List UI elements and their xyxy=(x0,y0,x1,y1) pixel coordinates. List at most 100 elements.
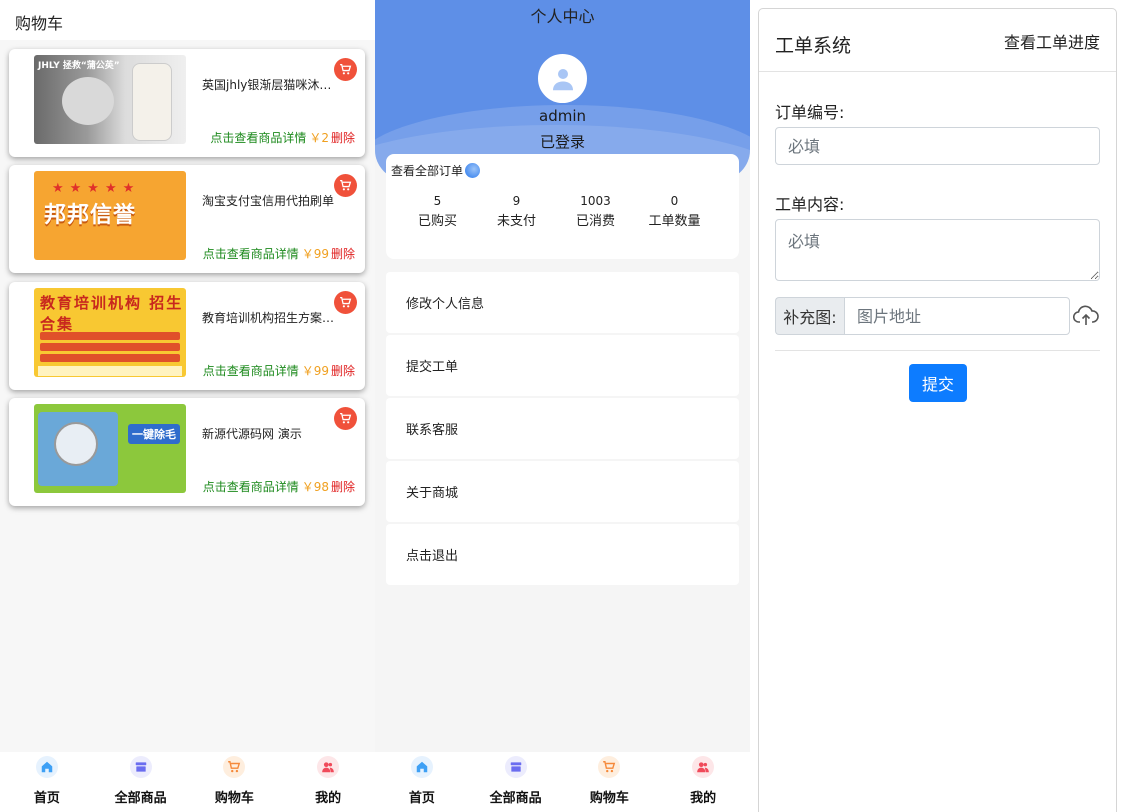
nav-label: 首页 xyxy=(408,791,435,806)
nav-label: 全部商品 xyxy=(114,791,167,806)
nav-item-home[interactable]: 首页 xyxy=(375,752,469,812)
delete-button[interactable]: 删除 xyxy=(331,247,355,261)
avatar-icon xyxy=(552,68,573,90)
stat-label: 已购买 xyxy=(417,214,457,229)
nav-label: 全部商品 xyxy=(489,791,542,806)
home-icon xyxy=(410,756,433,778)
image-url-input[interactable] xyxy=(844,297,1070,335)
nav-item-cart[interactable]: 购物车 xyxy=(563,752,657,812)
home-icon xyxy=(35,756,58,778)
cart-item[interactable]: ★★★★★ 邦邦信誉 淘宝支付宝信用代拍刷单 点击查看商品详情 ￥99 删除 xyxy=(9,165,365,273)
cart-icon xyxy=(223,756,246,778)
stat-value: 5 xyxy=(433,194,442,208)
bottom-nav: 首页 全部商品 购物车 我的 xyxy=(0,752,375,812)
item-actions: 点击查看商品详情 ￥2 删除 xyxy=(210,129,355,146)
orders-card: 查看全部订单 5 已购买 9 未支付 1003 已消费 0 工单数量 xyxy=(386,154,739,259)
stat-consumed[interactable]: 1003 已消费 xyxy=(556,194,635,229)
nav-label: 购物车 xyxy=(214,791,254,806)
delete-button[interactable]: 删除 xyxy=(331,364,355,378)
cart-item[interactable]: JHLY 拯救“蒲公英” 英国jhly银渐层猫咪沐浴露 点击查看商品详情 ￥2 删除 xyxy=(9,49,365,157)
divider xyxy=(775,350,1100,351)
loading-icon xyxy=(465,163,481,178)
product-name[interactable]: 淘宝支付宝信用代拍刷单 xyxy=(202,192,337,209)
nav-item-me[interactable]: 我的 xyxy=(656,752,750,812)
order-number-label: 订单编号: xyxy=(775,103,845,122)
ticket-content-label: 工单内容: xyxy=(775,195,845,214)
delete-button[interactable]: 删除 xyxy=(331,131,355,145)
page-title: 个人中心 xyxy=(530,7,595,26)
bottom-nav: 首页 全部商品 购物车 我的 xyxy=(375,752,750,812)
nav-item-all-products[interactable]: 全部商品 xyxy=(94,752,188,812)
cart-item[interactable]: 教育培训机构 招生合集 教育培训机构招生方案合集 点击查看商品详情 ￥99 删除 xyxy=(9,282,365,390)
view-detail-link[interactable]: 点击查看商品详情 xyxy=(203,247,299,261)
menu-item-contact-support[interactable]: 联系客服 xyxy=(386,398,739,459)
stat-label: 工单数量 xyxy=(648,214,701,229)
profile-hero: 个人中心 admin 已登录 xyxy=(375,0,750,180)
stat-unpaid[interactable]: 9 未支付 xyxy=(477,194,556,229)
view-detail-link[interactable]: 点击查看商品详情 xyxy=(203,480,299,494)
product-image[interactable]: JHLY 拯救“蒲公英” xyxy=(34,55,186,144)
cart-icon[interactable] xyxy=(334,174,357,197)
menu-item-edit-profile[interactable]: 修改个人信息 xyxy=(386,272,739,333)
stars-graphic: ★★★★★ xyxy=(52,181,141,196)
nav-item-cart[interactable]: 购物车 xyxy=(188,752,282,812)
image-url-label: 补充图: xyxy=(775,297,844,335)
delete-button[interactable]: 删除 xyxy=(331,480,355,494)
submit-button[interactable]: 提交 xyxy=(909,364,967,402)
product-name[interactable]: 新源代源码网 演示 xyxy=(202,425,337,442)
view-ticket-progress-link[interactable]: 查看工单进度 xyxy=(1004,29,1100,53)
cart-icon[interactable] xyxy=(334,291,357,314)
banner-lines-graphic xyxy=(40,332,180,365)
cart-icon[interactable] xyxy=(334,407,357,430)
view-all-orders-link[interactable]: 查看全部订单 xyxy=(391,162,481,179)
product-image-text: 教育培训机构 招生合集 xyxy=(40,294,184,333)
user-icon xyxy=(317,756,340,778)
cart-panel: 购物车 JHLY 拯救“蒲公英” 英国jhly银渐层猫咪沐浴露 点击查看商品详情… xyxy=(0,0,375,812)
product-image-text: JHLY 拯救“蒲公英” xyxy=(38,61,120,71)
stat-value: 9 xyxy=(512,194,521,208)
product-name[interactable]: 英国jhly银渐层猫咪沐浴露 xyxy=(202,76,337,93)
nav-item-all-products[interactable]: 全部商品 xyxy=(469,752,563,812)
nav-label: 首页 xyxy=(33,791,60,806)
cart-icon[interactable] xyxy=(334,58,357,81)
cloud-upload-icon[interactable] xyxy=(1072,305,1099,327)
profile-menu: 修改个人信息 提交工单 联系客服 关于商城 点击退出 xyxy=(386,272,739,587)
store-icon xyxy=(504,756,527,778)
profile-panel: 个人中心 admin 已登录 查看全部订单 5 已购买 9 未支付 1003 已… xyxy=(375,0,750,812)
stat-value: 1003 xyxy=(580,194,611,208)
avatar[interactable] xyxy=(538,54,587,103)
item-actions: 点击查看商品详情 ￥99 删除 xyxy=(203,362,355,379)
cart-title: 购物车 xyxy=(0,0,375,40)
product-image[interactable]: 教育培训机构 招生合集 xyxy=(34,288,186,377)
menu-item-about-store[interactable]: 关于商城 xyxy=(386,461,739,522)
ticket-content-textarea[interactable] xyxy=(775,219,1100,281)
stat-tickets[interactable]: 0 工单数量 xyxy=(635,194,714,229)
stat-label: 未支付 xyxy=(496,214,536,229)
order-number-input[interactable] xyxy=(775,127,1100,165)
nav-item-me[interactable]: 我的 xyxy=(281,752,375,812)
view-detail-link[interactable]: 点击查看商品详情 xyxy=(203,364,299,378)
ticket-title: 工单系统 xyxy=(775,35,852,57)
brush-graphic xyxy=(54,422,98,466)
ticket-header: 工单系统 查看工单进度 xyxy=(759,9,1116,72)
nav-item-home[interactable]: 首页 xyxy=(0,752,94,812)
banner-footer-graphic xyxy=(38,366,182,376)
store-icon xyxy=(129,756,152,778)
product-name[interactable]: 教育培训机构招生方案合集 xyxy=(202,309,337,326)
login-status: 已登录 xyxy=(539,133,585,151)
menu-item-logout[interactable]: 点击退出 xyxy=(386,524,739,585)
cat-graphic xyxy=(62,77,114,125)
item-actions: 点击查看商品详情 ￥98 删除 xyxy=(203,478,355,495)
username: admin xyxy=(539,107,586,125)
cart-icon xyxy=(598,756,621,778)
stat-purchased[interactable]: 5 已购买 xyxy=(398,194,477,229)
product-image-text: 邦邦信誉 xyxy=(44,203,137,228)
product-image[interactable]: 一键除毛 xyxy=(34,404,186,493)
menu-item-submit-ticket[interactable]: 提交工单 xyxy=(386,335,739,396)
view-detail-link[interactable]: 点击查看商品详情 xyxy=(210,131,306,145)
cart-item[interactable]: 一键除毛 新源代源码网 演示 点击查看商品详情 ￥98 删除 xyxy=(9,398,365,506)
stat-label: 已消费 xyxy=(575,214,615,229)
bottle-graphic xyxy=(132,63,172,141)
product-image[interactable]: ★★★★★ 邦邦信誉 xyxy=(34,171,186,260)
orders-link-label: 查看全部订单 xyxy=(391,164,464,178)
